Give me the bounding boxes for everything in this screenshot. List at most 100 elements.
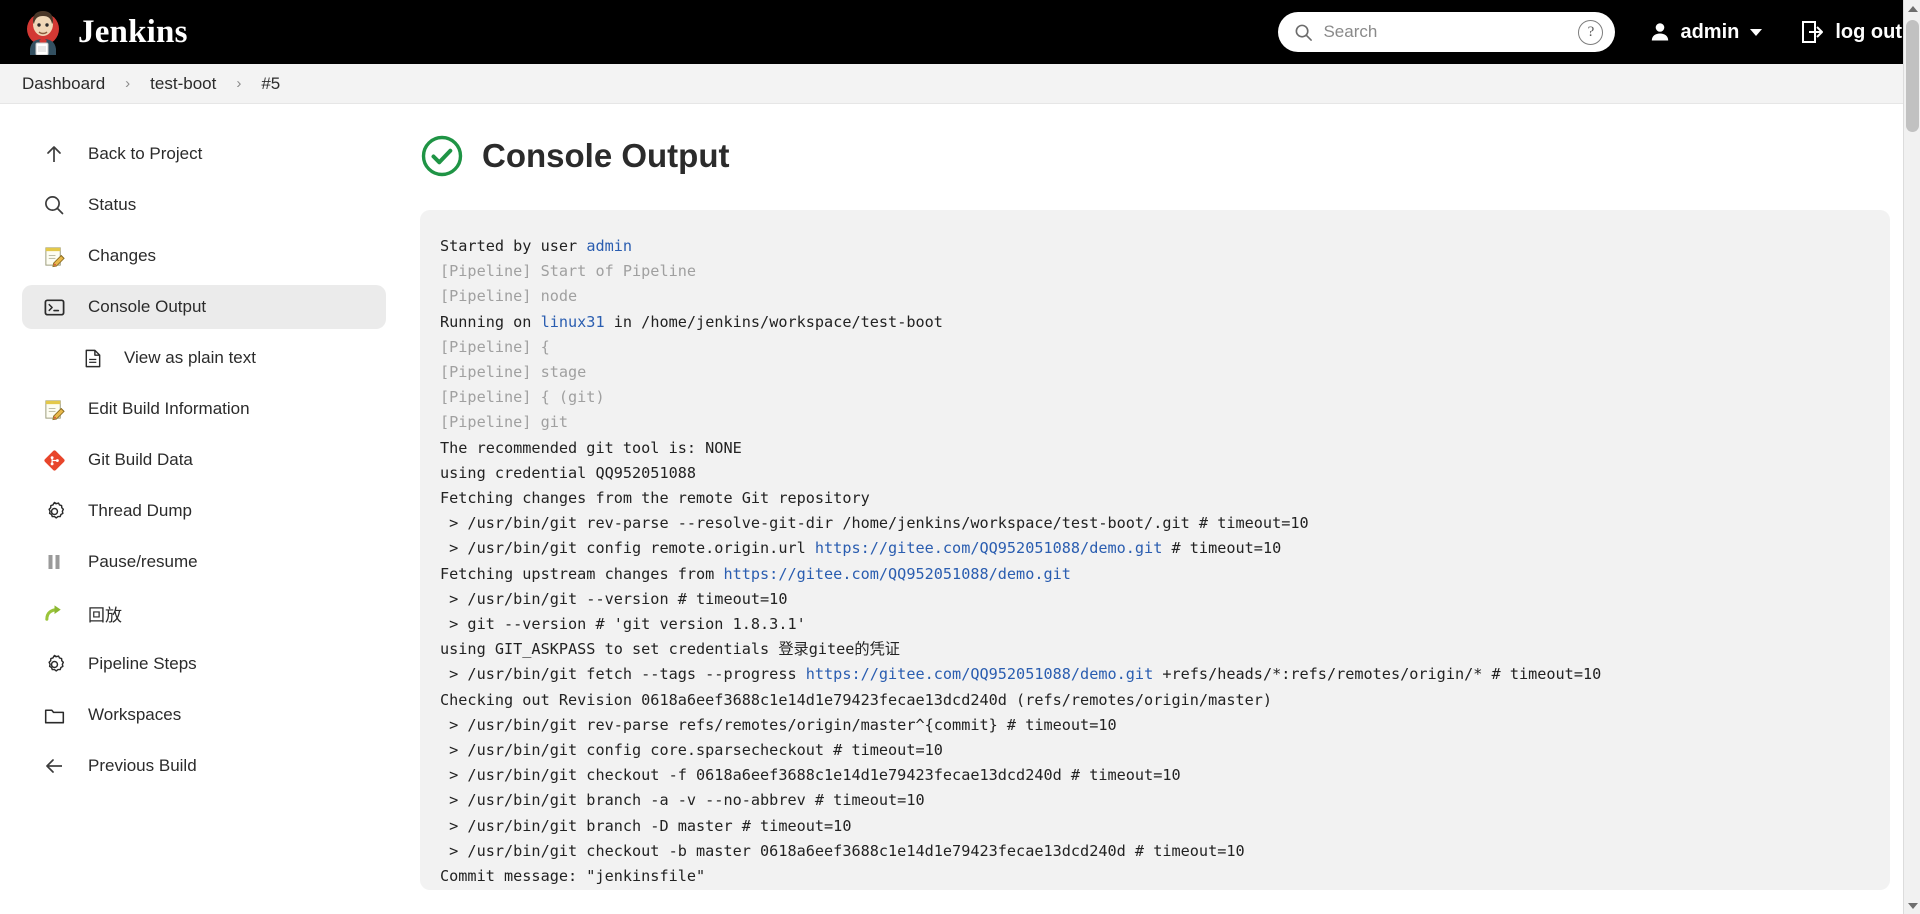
console-text: > /usr/bin/git checkout -b master 0618a6… [440, 841, 1245, 860]
jenkins-home-link[interactable]: Jenkins [22, 9, 188, 55]
notepad-pencil-icon [42, 244, 66, 268]
page-body: Back to Project Status Changes Console O… [0, 104, 1920, 913]
scroll-thumb[interactable] [1906, 20, 1919, 132]
sidebar-item-label: Changes [88, 246, 157, 265]
console-text: # timeout=10 [1162, 539, 1282, 558]
main-content: Console Output Started by user admin [Pi… [420, 104, 1920, 913]
git-diamond-icon [42, 448, 66, 472]
sidebar-item-previous-build[interactable]: Previous Build [22, 744, 386, 788]
console-link[interactable]: https://gitee.com/QQ952051088/demo.git [815, 539, 1162, 557]
console-line: > /usr/bin/git fetch --tags --progress h… [440, 662, 1862, 687]
sidebar-item-changes[interactable]: Changes [22, 234, 386, 278]
console-link[interactable]: https://gitee.com/QQ952051088/demo.git [723, 565, 1070, 583]
console-link[interactable]: linux31 [541, 313, 605, 331]
console-line: [Pipeline] { (git) [440, 385, 1862, 410]
console-text: Checking out Revision 0618a6eef3688c1e14… [440, 690, 1273, 709]
console-line: [Pipeline] Start of Pipeline [440, 259, 1862, 284]
sidebar-item-console-output[interactable]: Console Output [22, 285, 386, 329]
breadcrumb-item-build[interactable]: #5 [257, 74, 284, 94]
console-line: Running on linux31 in /home/jenkins/work… [440, 310, 1862, 335]
console-text: > /usr/bin/git rev-parse --resolve-git-d… [440, 514, 1309, 533]
document-text-icon [80, 346, 104, 370]
logout-arrow-icon [1802, 21, 1824, 43]
sidebar-item-label: View as plain text [124, 348, 256, 367]
console-text: using credential QQ952051088 [440, 463, 697, 482]
console-text: in /home/jenkins/workspace/test-boot [604, 312, 943, 331]
sidebar-item-label: Thread Dump [88, 501, 192, 520]
sidebar-item-pause-resume[interactable]: Pause/resume [22, 540, 386, 584]
help-icon[interactable]: ? [1578, 19, 1604, 45]
console-line: [Pipeline] { [440, 335, 1862, 360]
app-window: Jenkins ? admin [0, 0, 1920, 914]
sidebar-item-label: Workspaces [88, 705, 182, 724]
console-link[interactable]: admin [586, 237, 632, 255]
notepad-pencil-icon [42, 397, 66, 421]
sidebar-item-pipeline-steps[interactable]: Pipeline Steps [22, 642, 386, 686]
console-line: Fetching upstream changes from https://g… [440, 562, 1862, 587]
user-menu-admin[interactable]: admin [1649, 21, 1763, 44]
sidebar-item-label: Edit Build Information [88, 399, 250, 418]
sidebar-item-label: Status [88, 195, 137, 214]
console-line: > /usr/bin/git config core.sparsecheckou… [440, 738, 1862, 763]
sidebar-item-thread-dump[interactable]: Thread Dump [22, 489, 386, 533]
console-text: +refs/heads/*:refs/remotes/origin/* # ti… [1153, 665, 1602, 684]
sidebar-item-back-to-project[interactable]: Back to Project [22, 132, 386, 176]
sidebar-item-label: Pipeline Steps [88, 654, 197, 673]
scroll-down-arrow-icon[interactable] [1904, 897, 1920, 914]
console-text: > /usr/bin/git --version # timeout=10 [440, 589, 788, 608]
sidebar-item-status[interactable]: Status [22, 183, 386, 227]
search-box[interactable]: ? [1278, 12, 1616, 52]
console-text: > /usr/bin/git config remote.origin.url [440, 539, 815, 558]
sidebar-item-label: Console Output [88, 297, 207, 316]
console-line: using credential QQ952051088 [440, 461, 1862, 486]
console-text: The recommended git tool is: NONE [440, 438, 742, 457]
breadcrumb-item-dashboard[interactable]: Dashboard [18, 74, 109, 94]
console-line: [Pipeline] node [440, 284, 1862, 309]
sidebar-item-git-build-data[interactable]: Git Build Data [22, 438, 386, 482]
console-text: > git --version # 'git version 1.8.3.1' [440, 615, 806, 634]
console-pipeline-text: [Pipeline] stage [440, 363, 587, 382]
console-line: [Pipeline] stage [440, 360, 1862, 385]
sidebar-item-view-as-plain-text[interactable]: View as plain text [22, 336, 386, 380]
console-line: > /usr/bin/git config remote.origin.url … [440, 536, 1862, 561]
gear-icon [42, 652, 66, 676]
console-pipeline-text: [Pipeline] node [440, 287, 578, 306]
header-actions: ? admin log out [1278, 12, 1902, 52]
sidebar-item-edit-build-information[interactable]: Edit Build Information [22, 387, 386, 431]
console-pipeline-text: [Pipeline] { [440, 337, 550, 356]
console-line: using GIT_ASKPASS to set credentials 登录g… [440, 637, 1862, 662]
scroll-up-arrow-icon[interactable] [1904, 0, 1920, 17]
console-output-log[interactable]: Started by user admin [Pipeline] Start o… [420, 210, 1890, 890]
breadcrumb-item-job[interactable]: test-boot [146, 74, 220, 94]
search-icon [42, 193, 66, 217]
console-line: > /usr/bin/git --version # timeout=10 [440, 587, 1862, 612]
sidebar-item-label: Git Build Data [88, 450, 193, 469]
person-icon [1652, 23, 1669, 41]
console-text: > /usr/bin/git config core.sparsecheckou… [440, 741, 943, 760]
console-link[interactable]: https://gitee.com/QQ952051088/demo.git [806, 665, 1153, 683]
logout-button[interactable]: log out [1800, 20, 1902, 44]
console-line: [Pipeline] git [440, 410, 1862, 435]
console-line: > /usr/bin/git checkout -b master 0618a6… [440, 839, 1862, 864]
sidebar-item-label: Back to Project [88, 144, 203, 163]
page-scrollbar[interactable] [1903, 0, 1920, 914]
breadcrumb-separator: › [236, 75, 242, 92]
brand-title: Jenkins [78, 13, 188, 50]
console-text: Running on [440, 312, 541, 331]
sidebar-item-replay[interactable]: 回放 [22, 591, 386, 635]
arrow-up-icon [42, 142, 66, 166]
search-input[interactable] [1323, 22, 1569, 42]
console-line: Checking out Revision 0618a6eef3688c1e14… [440, 688, 1862, 713]
replay-arrow-icon [42, 601, 66, 625]
console-text: > /usr/bin/git checkout -f 0618a6eef3688… [440, 766, 1181, 785]
folder-icon [42, 703, 66, 727]
top-header: Jenkins ? admin [0, 0, 1920, 64]
breadcrumb: Dashboard › test-boot › #5 [0, 64, 1920, 104]
console-text: > /usr/bin/git branch -a -v --no-abbrev … [440, 791, 925, 810]
console-line: Commit message: "jenkinsfile" [440, 864, 1862, 889]
sidebar-item-workspaces[interactable]: Workspaces [22, 693, 386, 737]
console-line: > /usr/bin/git rev-list --no-walk 0618a6… [440, 889, 1862, 890]
arrow-left-icon [42, 754, 66, 778]
jenkins-butler-logo-icon [27, 11, 59, 55]
sidebar-item-label: 回放 [88, 605, 122, 625]
